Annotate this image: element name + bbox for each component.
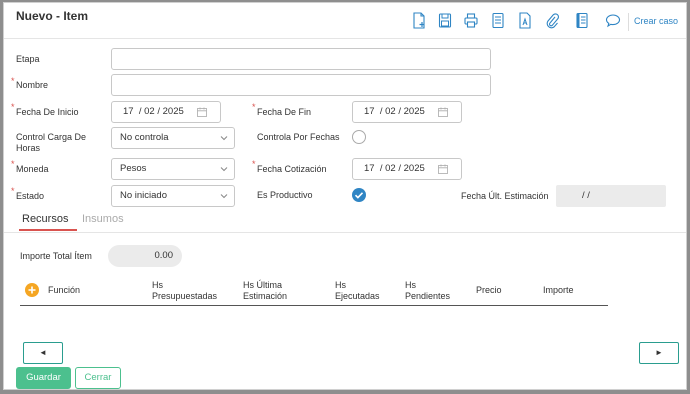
tab-recursos[interactable]: Recursos	[22, 213, 68, 225]
etapa-label: Etapa	[16, 54, 40, 64]
column-header-precio: Precio	[476, 285, 502, 296]
required-marker: *	[252, 159, 256, 169]
column-header-line2: Presupuestadas	[152, 291, 218, 301]
fecha-inicio-day: 17	[123, 106, 134, 117]
control-carga-horas-value: No controla	[120, 132, 169, 143]
plus-icon	[28, 286, 36, 294]
moneda-select[interactable]: Pesos	[111, 158, 235, 180]
chevron-down-icon	[220, 167, 228, 172]
column-header-hs-ejecutadas: Hs Ejecutadas	[335, 280, 380, 302]
required-marker: *	[11, 76, 15, 86]
controla-por-fechas-label: Controla Por Fechas	[257, 132, 340, 142]
next-page-button[interactable]: ►	[639, 342, 679, 364]
chevron-down-icon	[220, 136, 228, 141]
column-header-hs-ultima-estimacion: Hs Última Estimación	[243, 280, 287, 302]
calendar-icon[interactable]	[197, 107, 207, 117]
fecha-ult-estimacion-field: / /	[556, 185, 666, 207]
chevron-down-icon	[220, 194, 228, 199]
estado-select[interactable]: No iniciado	[111, 185, 235, 207]
table-header-divider	[20, 305, 608, 306]
column-header-line1: Hs	[335, 280, 346, 290]
estado-value: No iniciado	[120, 190, 167, 201]
column-header-hs-pendientes: Hs Pendientes	[405, 280, 450, 302]
save-button[interactable]: Guardar	[16, 367, 71, 389]
fecha-fin-input[interactable]: 17 / 02 / 2025	[352, 101, 462, 123]
fecha-inicio-input[interactable]: 17 / 02 / 2025	[111, 101, 221, 123]
control-carga-horas-label-line1: Control Carga De	[16, 132, 87, 142]
comment-icon[interactable]	[605, 12, 621, 29]
fecha-cotizacion-day: 17	[364, 163, 375, 174]
fecha-inicio-month: 02	[144, 106, 155, 117]
fecha-fin-month: 02	[385, 106, 396, 117]
print-icon[interactable]	[464, 12, 478, 29]
toolbar-separator	[628, 13, 629, 31]
importe-total-label: Importe Total Ítem	[20, 251, 92, 261]
column-header-line1: Precio	[476, 285, 502, 295]
column-header-line1: Función	[48, 285, 81, 295]
controla-por-fechas-toggle[interactable]	[352, 130, 366, 144]
page-title: Nuevo - Item	[16, 9, 89, 23]
importe-total-value: 0.00	[108, 245, 182, 267]
document-list-icon[interactable]	[491, 12, 505, 29]
crear-caso-link[interactable]: Crear caso	[634, 16, 678, 26]
dialog-window: Nuevo - Item Crear caso Etapa * Nombre *…	[3, 2, 687, 390]
fecha-inicio-year: 2025	[162, 106, 184, 117]
attach-icon[interactable]	[545, 12, 559, 29]
column-header-line1: Hs Última	[243, 280, 283, 290]
notebook-icon[interactable]	[575, 12, 589, 29]
etapa-input[interactable]	[111, 48, 491, 70]
fecha-fin-year: 2025	[403, 106, 425, 117]
required-marker: *	[11, 102, 15, 112]
checkmark-icon	[354, 192, 364, 199]
column-header-line2: Pendientes	[405, 291, 451, 301]
column-header-line1: Hs	[152, 280, 163, 290]
tab-insumos[interactable]: Insumos	[82, 213, 124, 225]
required-marker: *	[252, 102, 256, 112]
active-tab-indicator	[19, 229, 77, 231]
control-carga-horas-select[interactable]: No controla	[111, 127, 235, 149]
new-document-icon[interactable]	[412, 12, 426, 29]
fecha-cotizacion-year: 2025	[403, 163, 425, 174]
column-header-line2: Ejecutadas	[335, 291, 380, 301]
estado-label: Estado	[16, 191, 45, 201]
fecha-ult-estimacion-label: Fecha Últ. Estimación	[461, 191, 549, 201]
fecha-cotizacion-input[interactable]: 17 / 02 / 2025	[352, 158, 462, 180]
es-productivo-toggle[interactable]	[352, 188, 366, 202]
control-carga-horas-label: Control Carga De Horas	[16, 132, 86, 154]
header-divider	[4, 38, 686, 39]
moneda-label: Moneda	[16, 164, 49, 174]
tab-divider	[4, 232, 686, 233]
fecha-cotizacion-label: Fecha Cotización	[257, 164, 327, 174]
text-document-icon[interactable]	[518, 12, 532, 29]
column-header-line2: Estimación	[243, 291, 288, 301]
required-marker: *	[11, 159, 15, 169]
prev-page-button[interactable]: ◄	[23, 342, 63, 364]
required-marker: *	[11, 186, 15, 196]
column-header-hs-presupuestadas: Hs Presupuestadas	[152, 280, 217, 302]
fecha-inicio-label: Fecha De Inicio	[16, 107, 79, 117]
fecha-fin-day: 17	[364, 106, 375, 117]
column-header-line1: Importe	[543, 285, 574, 295]
column-header-funcion: Función	[48, 285, 80, 296]
close-button[interactable]: Cerrar	[75, 367, 121, 389]
column-header-line1: Hs	[405, 280, 416, 290]
moneda-value: Pesos	[120, 163, 147, 174]
add-row-button[interactable]	[25, 283, 39, 297]
control-carga-horas-label-line2: Horas	[16, 143, 41, 153]
fecha-cotizacion-month: 02	[385, 163, 396, 174]
fecha-fin-label: Fecha De Fin	[257, 107, 312, 117]
calendar-icon[interactable]	[438, 107, 448, 117]
save-icon[interactable]	[438, 12, 452, 29]
nombre-input[interactable]	[111, 74, 491, 96]
nombre-label: Nombre	[16, 80, 49, 90]
calendar-icon[interactable]	[438, 164, 448, 174]
es-productivo-label: Es Productivo	[257, 190, 313, 200]
column-header-importe: Importe	[543, 285, 574, 296]
